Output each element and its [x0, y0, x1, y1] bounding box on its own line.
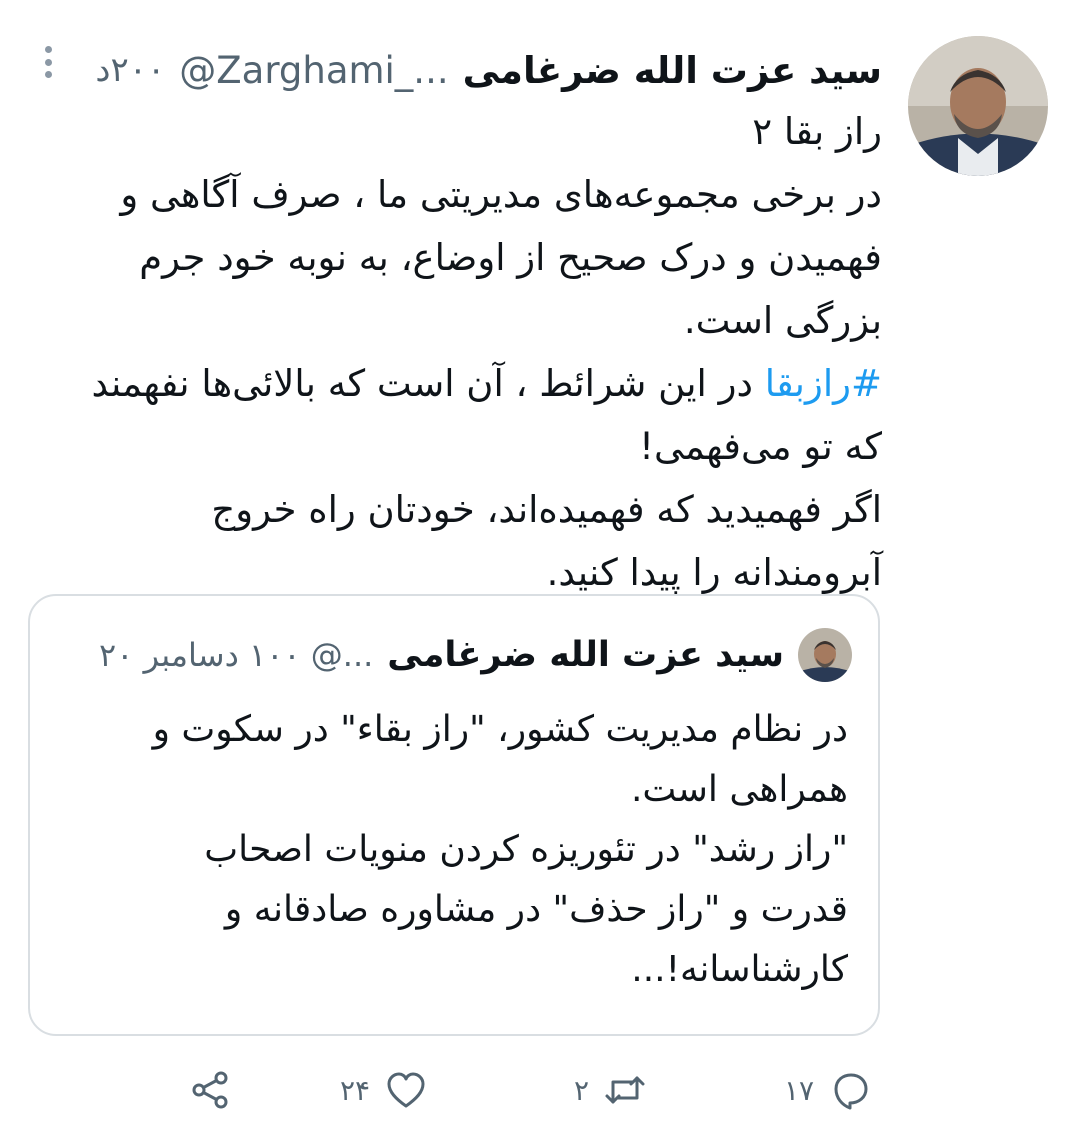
- tweet-line: راز بقا ۲: [752, 110, 882, 153]
- quoted-line: همراهی است.: [630, 769, 848, 810]
- quoted-line: کارشناسانه!...: [631, 949, 848, 990]
- retweet-count: ۲: [574, 1073, 590, 1107]
- tweet-line: در برخی مجموعه‌های مدیریتی ما ، صرف آگاه…: [120, 173, 882, 216]
- quoted-tweet-header: سید عزت الله ضرغامی ...@ ۱۰۰ دسامبر ۲۰: [62, 626, 852, 684]
- tweet-text: راز بقا ۲ در برخی مجموعه‌های مدیریتی ما …: [24, 100, 882, 604]
- quoted-author-name: سید عزت الله ضرغامی: [387, 635, 784, 675]
- quoted-line: در نظام مدیریت کشور، "راز بقاء" در سکوت …: [152, 709, 848, 750]
- retweet-icon: [603, 1068, 647, 1112]
- quoted-line: "راز رشد" در تئوریزه کردن منویات اصحاب: [204, 829, 848, 870]
- quoted-line: قدرت و "راز حذف" در مشاوره صادقانه و: [224, 889, 848, 930]
- more-options-icon[interactable]: [36, 42, 60, 82]
- quoted-tweet-text: در نظام مدیریت کشور، "راز بقاء" در سکوت …: [60, 700, 848, 1000]
- like-icon: [384, 1068, 428, 1112]
- author-name[interactable]: سید عزت الله ضرغامی: [463, 49, 882, 92]
- tweet-line: بزرگی است.: [683, 299, 882, 342]
- quoted-tweet-card[interactable]: سید عزت الله ضرغامی ...@ ۱۰۰ دسامبر ۲۰ د…: [28, 594, 880, 1036]
- reply-button[interactable]: ۱۷: [784, 1060, 872, 1120]
- author-handle[interactable]: @Zarghami_...: [179, 49, 448, 92]
- like-count: ۲۴: [340, 1073, 371, 1107]
- share-icon: [188, 1068, 232, 1112]
- author-avatar[interactable]: [908, 36, 1048, 176]
- like-button[interactable]: ۲۴: [340, 1060, 428, 1120]
- tweet-line: فهمیدن و درک صحیح از اوضاع، به نوبه خود …: [139, 236, 882, 279]
- share-button[interactable]: [174, 1060, 232, 1120]
- quoted-author-avatar: [798, 628, 852, 682]
- quoted-meta: ...@ ۱۰۰ دسامبر ۲۰: [99, 636, 374, 674]
- tweet-timestamp[interactable]: ۲۰۰د: [95, 50, 165, 90]
- tweet-actions: ۱۷ ۲ ۲۴: [0, 1060, 1080, 1120]
- reply-icon: [828, 1068, 872, 1112]
- retweet-button[interactable]: ۲: [574, 1060, 647, 1120]
- reply-count: ۱۷: [784, 1073, 815, 1107]
- tweet-line-hashtag: #رازبقا در این شرائط ، آن است که بالائی‌…: [24, 352, 882, 415]
- tweet-header: سید عزت الله ضرغامی @Zarghami_... ۲۰۰د: [42, 40, 882, 100]
- hashtag-link[interactable]: #رازبقا: [765, 362, 882, 405]
- tweet-line: اگر فهمیدید که فهمیده‌اند، خودتان راه خر…: [211, 488, 882, 531]
- tweet-line: که تو می‌فهمی!: [639, 425, 882, 468]
- hashtag-sentence: در این شرائط ، آن است که بالائی‌ها نفهمن…: [91, 362, 765, 405]
